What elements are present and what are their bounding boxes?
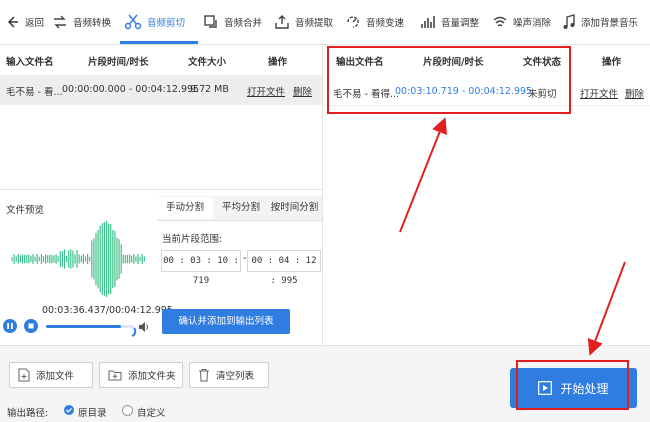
toolbar: 返回 音频转换 音频剪切 音频合并 音频提取 音频变速 音量调整 噪声消除 添加… [0,0,650,45]
stop-button[interactable] [24,319,38,333]
back-button[interactable]: 返回 [6,0,44,44]
back-label: 返回 [25,18,45,29]
scissors-icon [124,14,142,30]
input-col-name: 输入文件名 [6,57,54,68]
back-arrow-icon [7,16,18,28]
annotation-box-output-row [327,46,571,114]
radio-original-dir[interactable] [64,405,74,415]
tab-audio-convert[interactable]: 音频转换 [52,0,111,44]
playback-time: 00:03:36.437/00:04:12.995 [42,305,173,316]
tab-noise-removal-label: 噪声消除 [513,18,552,29]
music-note-icon [563,14,575,29]
extract-icon [275,15,289,29]
progress-handle-icon[interactable] [127,327,137,337]
annotation-box-start-button [516,360,629,410]
convert-icon [54,15,66,29]
input-col-action: 操作 [268,57,288,68]
tab-time-split[interactable]: 按时间分割 [267,197,322,219]
stop-icon [28,323,34,329]
end-time-input[interactable]: 00 : 04 : 12 : 995 [247,250,321,286]
output-open-file-link[interactable]: 打开文件 [580,86,618,100]
active-tab-indicator [120,41,198,44]
clear-list-label: 清空列表 [216,371,255,382]
range-label: 当前片段范围: [162,234,223,245]
radio-custom-dir[interactable] [122,405,133,416]
add-folder-icon [108,370,122,381]
speed-icon [347,16,359,28]
input-file-size: 9.72 MB [190,84,229,95]
add-file-label: 添加文件 [36,371,75,382]
tab-volume-adjust-label: 音量调整 [441,18,480,29]
clear-list-button[interactable]: 清空列表 [189,362,269,388]
progress-fill [46,325,121,328]
tab-audio-speed-label: 音频变速 [366,18,405,29]
input-open-file-link[interactable]: 打开文件 [247,84,285,98]
tab-average-split[interactable]: 平均分割 [215,197,267,219]
volume-bars-icon [421,16,435,28]
volume-icon[interactable] [138,321,150,333]
add-folder-button[interactable]: 添加文件夹 [99,362,183,388]
start-time-input[interactable]: 00 : 03 : 10 : 719 [161,250,241,286]
tab-volume-adjust[interactable]: 音量调整 [420,0,479,44]
trash-icon [199,369,209,382]
tab-audio-speed[interactable]: 音频变速 [345,0,404,44]
output-path-label: 输出路径: [7,408,49,419]
input-col-size: 文件大小 [188,57,227,68]
pause-button[interactable] [3,319,17,333]
tab-audio-merge[interactable]: 音频合并 [203,0,262,44]
tab-audio-extract[interactable]: 音频提取 [274,0,333,44]
input-file-name: 毛不易 - 看... [6,87,63,98]
confirm-add-button[interactable]: 确认并添加到输出列表 [162,309,290,334]
pause-icon [7,323,13,329]
noise-icon [493,16,507,27]
output-col-action: 操作 [602,57,622,68]
merge-icon [204,15,217,28]
input-col-time: 片段时间/时长 [88,57,149,68]
add-folder-label: 添加文件夹 [128,371,176,382]
tab-audio-extract-label: 音频提取 [295,18,334,29]
tab-audio-convert-label: 音频转换 [73,18,112,29]
output-delete-link[interactable]: 删除 [625,86,644,100]
input-delete-link[interactable]: 删除 [293,84,312,98]
tab-add-bgm[interactable]: 添加背景音乐 [562,0,638,44]
radio-custom-dir-label: 自定义 [137,408,166,419]
progress-slider[interactable] [46,325,134,328]
tab-audio-cut[interactable]: 音频剪切 [124,0,185,44]
tab-audio-cut-label: 音频剪切 [147,18,186,29]
add-file-icon [18,368,30,382]
check-icon [66,407,72,413]
tab-audio-merge-label: 音频合并 [224,18,263,29]
input-file-panel: 输入文件名 片段时间/时长 文件大小 操作 毛不易 - 看... 00:00:0… [0,45,323,189]
tab-manual-split[interactable]: 手动分割 [157,197,213,219]
input-file-time: 00:00:00.000 - 00:04:12.995 [62,84,200,95]
tab-noise-removal[interactable]: 噪声消除 [492,0,551,44]
waveform [11,220,145,298]
add-file-button[interactable]: 添加文件 [9,362,93,388]
radio-original-dir-label: 原目录 [78,408,107,419]
input-table-row[interactable]: 毛不易 - 看... 00:00:00.000 - 00:04:12.995 9… [0,75,322,105]
tab-add-bgm-label: 添加背景音乐 [581,18,639,29]
